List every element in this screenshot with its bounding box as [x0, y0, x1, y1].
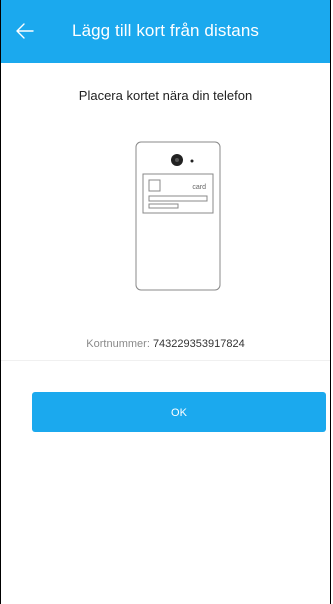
card-number-label: Kortnummer:	[86, 338, 153, 350]
phone-with-card-icon: card	[135, 141, 221, 291]
instruction-text: Placera kortet nära din telefon	[78, 88, 253, 103]
divider	[1, 360, 330, 361]
app-screen: Lägg till kort från distans Placera kort…	[0, 0, 331, 604]
card-label-text: card	[192, 184, 206, 191]
page-title: Lägg till kort från distans	[72, 21, 259, 40]
app-header: Lägg till kort från distans	[1, 0, 330, 63]
card-number-row: Kortnummer: 743229353917824	[1, 338, 330, 350]
card-number-value: 743229353917824	[152, 338, 245, 350]
ok-button[interactable]: OK	[32, 392, 326, 432]
